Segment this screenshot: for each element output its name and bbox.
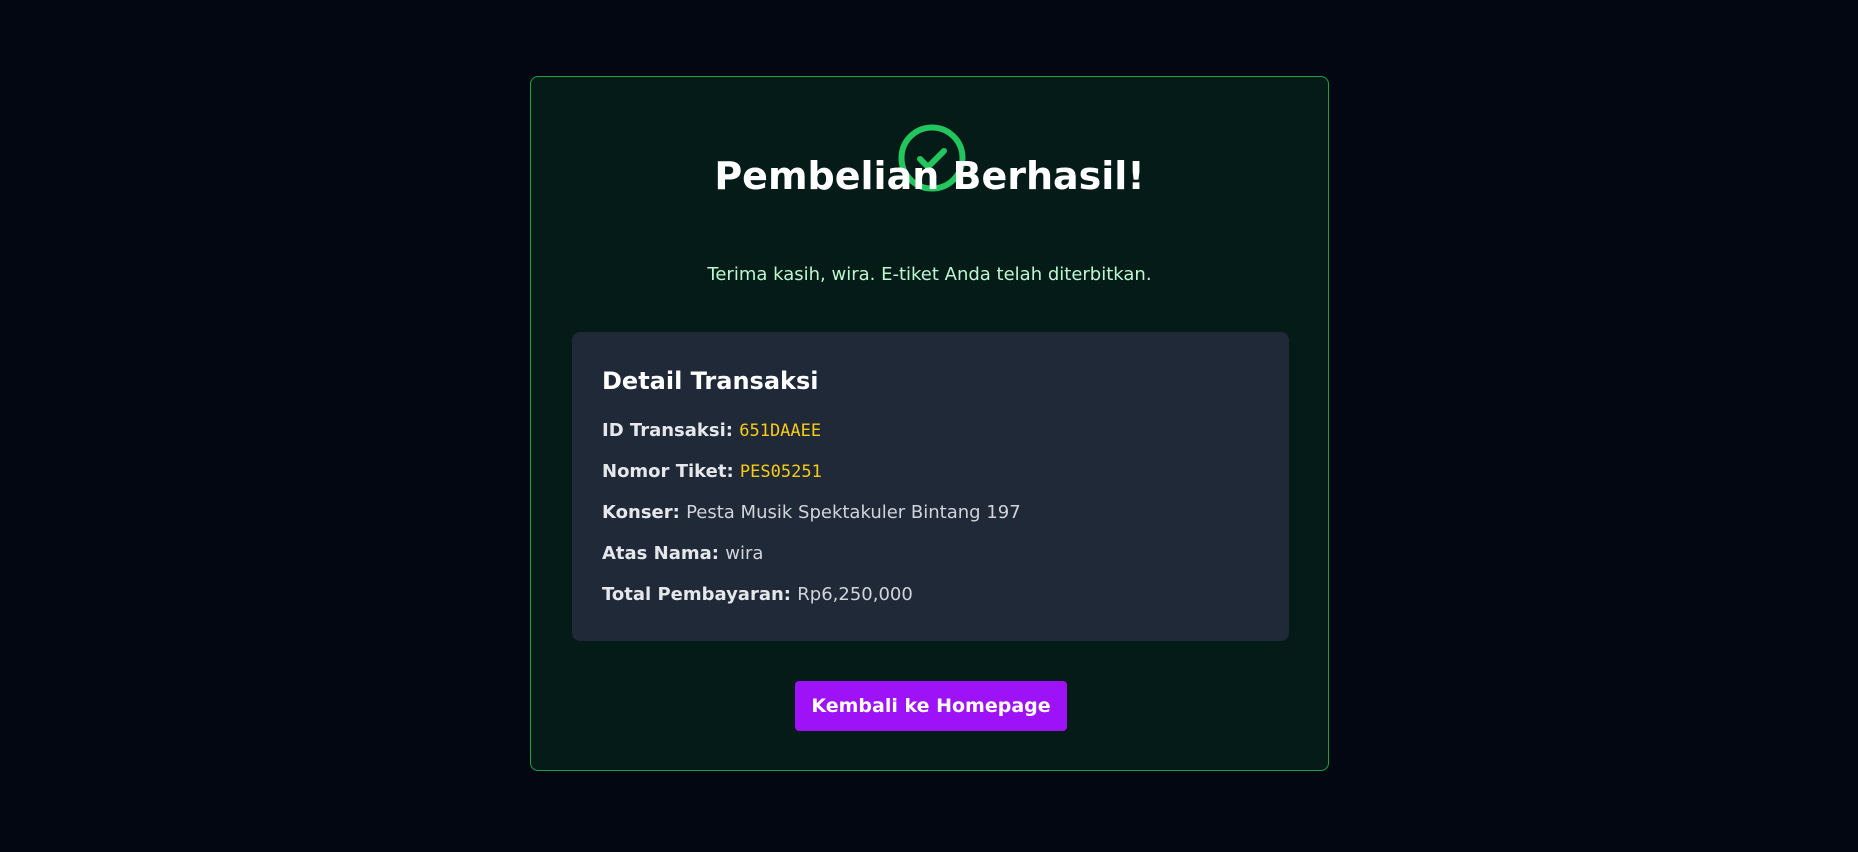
name-row: Atas Nama: wira xyxy=(602,541,1259,567)
page-title: Pembelian Berhasil! xyxy=(714,154,1145,198)
transaction-id-label: ID Transaksi: xyxy=(602,420,740,441)
concert-row: Konser: Pesta Musik Spektakuler Bintang … xyxy=(602,500,1259,526)
ticket-number-label: Nomor Tiket: xyxy=(602,461,740,482)
confirmation-message: Terima kasih, wira. E-tiket Anda telah d… xyxy=(707,264,1152,285)
name-value: wira xyxy=(725,543,764,564)
back-to-homepage-button[interactable]: Kembali ke Homepage xyxy=(795,681,1067,731)
total-payment-row: Total Pembayaran: Rp6,250,000 xyxy=(602,582,1259,608)
page: Pembelian Berhasil! Terima kasih, wira. … xyxy=(0,0,1858,852)
ticket-number-row: Nomor Tiket: PES05251 xyxy=(602,459,1259,485)
concert-value: Pesta Musik Spektakuler Bintang 197 xyxy=(686,502,1021,523)
concert-label: Konser: xyxy=(602,502,687,523)
transaction-id-value: 651DAAEE xyxy=(739,421,822,441)
transaction-details-panel: Detail Transaksi ID Transaksi: 651DAAEE … xyxy=(572,332,1289,641)
success-card: Pembelian Berhasil! Terima kasih, wira. … xyxy=(530,76,1329,771)
transaction-id-row: ID Transaksi: 651DAAEE xyxy=(602,418,1259,444)
ticket-number-value: PES05251 xyxy=(739,462,822,482)
name-label: Atas Nama: xyxy=(602,543,726,564)
total-payment-label: Total Pembayaran: xyxy=(602,584,798,605)
total-payment-value: Rp6,250,000 xyxy=(797,584,913,605)
details-heading: Detail Transaksi xyxy=(602,367,819,395)
